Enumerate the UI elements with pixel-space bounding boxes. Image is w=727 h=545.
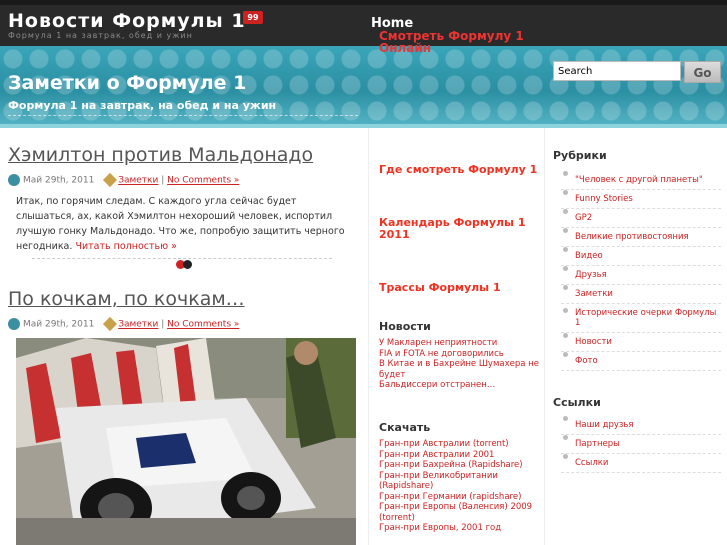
download-link[interactable]: Гран-при Бахрейна (Rapidshare): [379, 460, 523, 470]
news-heading: Новости: [379, 320, 431, 333]
list-item[interactable]: Великие противостояния: [561, 228, 721, 247]
list-item[interactable]: GP2: [561, 209, 721, 228]
post-comments-link[interactable]: No Comments »: [167, 320, 239, 330]
comment-badge: 99: [243, 11, 263, 24]
list-item[interactable]: Funny Stories: [561, 190, 721, 209]
list-item[interactable]: FIA и FOTA не договорились: [379, 349, 549, 360]
sidebar-link[interactable]: Партнеры: [575, 439, 620, 449]
news-link[interactable]: FIA и FOTA не договорились: [379, 349, 504, 359]
post-meta: Май 29th, 2011 Заметки | No Comments »: [8, 172, 239, 188]
post-category-link[interactable]: Заметки: [118, 320, 158, 330]
links-heading: Ссылки: [553, 396, 601, 409]
list-item[interactable]: Гран-при Бахрейна (Rapidshare): [379, 460, 549, 471]
list-item[interactable]: У Макларен неприятности: [379, 338, 549, 349]
crashed-car-photo: [16, 338, 356, 545]
post-category-link[interactable]: Заметки: [118, 176, 158, 186]
banner-divider: [8, 115, 358, 116]
site-tagline: Формула 1 на завтрак, обед и ужин: [8, 31, 193, 40]
list-item[interactable]: Гран-при Австралии 2001: [379, 450, 549, 461]
list-item[interactable]: Новости: [561, 333, 721, 352]
divider-dot: [183, 260, 192, 269]
news-link[interactable]: У Макларен неприятности: [379, 338, 497, 348]
site-title[interactable]: Новости Формулы 1: [8, 10, 246, 32]
list-item[interactable]: Исторические очерки Формулы 1: [561, 304, 721, 333]
banner-subtitle: Формула 1 на завтрак, на обед и на ужин: [8, 99, 277, 112]
list-item[interactable]: В Китае и в Бахрейне Шумахера не будет: [379, 359, 549, 380]
categories-list: "Человек с другой планеты" Funny Stories…: [561, 171, 721, 371]
category-link[interactable]: Заметки: [575, 289, 613, 299]
author-icon: [8, 318, 20, 330]
list-item[interactable]: Наши друзья: [561, 416, 721, 435]
list-item[interactable]: Бальдиссери отстранен…: [379, 380, 549, 391]
middle-column: Где смотреть Формулу 1 Календарь Формулы…: [369, 128, 544, 545]
post-excerpt: Итак, по горячим следам. С каждого угла …: [16, 194, 356, 254]
tracks-link[interactable]: Трассы Формулы 1: [379, 282, 544, 294]
list-item[interactable]: Гран-при Германии (rapidshare): [379, 492, 549, 503]
sidebar-link[interactable]: Ссылки: [575, 458, 608, 468]
category-link[interactable]: GP2: [575, 213, 592, 223]
list-item[interactable]: Партнеры: [561, 435, 721, 454]
post-excerpt-text: Итак, по горячим следам. С каждого угла …: [16, 196, 345, 252]
category-link[interactable]: Новости: [575, 337, 612, 347]
news-link[interactable]: Бальдиссери отстранен…: [379, 380, 495, 390]
category-link[interactable]: Исторические очерки Формулы 1: [575, 308, 716, 328]
list-item[interactable]: Фото: [561, 352, 721, 371]
where-to-watch-link[interactable]: Где смотреть Формулу 1: [379, 164, 544, 176]
post-comments-link[interactable]: No Comments »: [167, 176, 239, 186]
category-link[interactable]: Funny Stories: [575, 194, 633, 204]
download-link[interactable]: Гран-при Австралии 2001: [379, 450, 494, 460]
list-item[interactable]: Гран-при Великобритании (Rapidshare): [379, 471, 549, 492]
download-link[interactable]: Гран-при Европы, 2001 год: [379, 523, 501, 533]
banner: Заметки о Формуле 1 Формула 1 на завтрак…: [0, 46, 727, 128]
sidebar-link[interactable]: Наши друзья: [575, 420, 634, 430]
post-title[interactable]: По кочкам, по кочкам…: [8, 288, 245, 310]
watch-online-link[interactable]: Смотреть Формулу 1 Онлайн: [379, 30, 529, 54]
post-date: Май 29th, 2011: [23, 319, 95, 330]
category-link[interactable]: Видео: [575, 251, 603, 261]
list-item[interactable]: Видео: [561, 247, 721, 266]
banner-title: Заметки о Формуле 1: [8, 72, 247, 94]
download-heading: Скачать: [379, 421, 431, 434]
main-content: Хэмилтон против Мальдонадо Май 29th, 201…: [0, 128, 368, 545]
post-date: Май 29th, 2011: [23, 175, 95, 186]
meta-separator: |: [161, 175, 165, 186]
download-link[interactable]: Гран-при Европы (Валенсия) 2009 (torrent…: [379, 502, 532, 523]
tag-icon: [103, 316, 118, 332]
divider-dots: [176, 254, 192, 273]
read-more-link[interactable]: Читать полностью »: [75, 241, 177, 252]
category-link[interactable]: Великие противостояния: [575, 232, 689, 242]
right-sidebar: Рубрики "Человек с другой планеты" Funny…: [545, 128, 727, 545]
search-input[interactable]: [553, 61, 681, 81]
list-item[interactable]: Гран-при Европы (Валенсия) 2009 (torrent…: [379, 502, 549, 523]
list-item[interactable]: Гран-при Европы, 2001 год: [379, 523, 549, 534]
calendar-link[interactable]: Календарь Формулы 1 2011: [379, 217, 544, 241]
download-link[interactable]: Гран-при Великобритании (Rapidshare): [379, 471, 498, 492]
list-item[interactable]: "Человек с другой планеты": [561, 171, 721, 190]
post-meta: Май 29th, 2011 Заметки | No Comments »: [8, 316, 239, 332]
list-item[interactable]: Друзья: [561, 266, 721, 285]
category-link[interactable]: Друзья: [575, 270, 607, 280]
list-item[interactable]: Заметки: [561, 285, 721, 304]
top-strip: [0, 0, 727, 5]
author-icon: [8, 174, 20, 186]
category-link[interactable]: "Человек с другой планеты": [575, 175, 703, 185]
categories-heading: Рубрики: [553, 149, 607, 162]
list-item[interactable]: Гран-при Австралии (torrent): [379, 439, 549, 450]
download-link[interactable]: Гран-при Германии (rapidshare): [379, 492, 521, 502]
news-link[interactable]: В Китае и в Бахрейне Шумахера не будет: [379, 359, 539, 380]
download-link[interactable]: Гран-при Австралии (torrent): [379, 439, 509, 449]
tag-icon: [103, 172, 118, 188]
links-list: Наши друзья Партнеры Ссылки: [561, 416, 721, 473]
post-title[interactable]: Хэмилтон против Мальдонадо: [8, 144, 313, 166]
category-link[interactable]: Фото: [575, 356, 598, 366]
list-item[interactable]: Ссылки: [561, 454, 721, 473]
meta-separator: |: [161, 319, 165, 330]
search-go-button[interactable]: Go: [684, 61, 721, 83]
news-list: У Макларен неприятности FIA и FOTA не до…: [379, 338, 549, 391]
download-list: Гран-при Австралии (torrent) Гран-при Ав…: [379, 439, 549, 534]
top-header: Новости Формулы 1 99 Формула 1 на завтра…: [0, 0, 727, 46]
post-photo[interactable]: [16, 338, 356, 545]
